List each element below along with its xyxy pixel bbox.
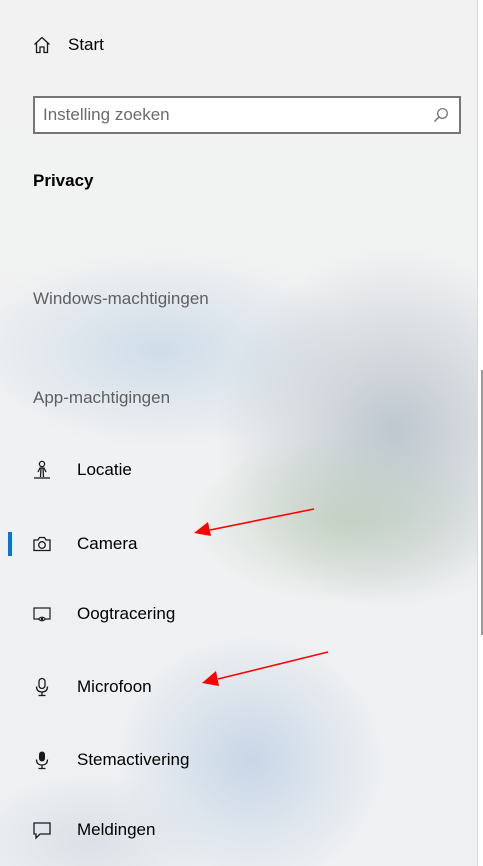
nav-item-microphone[interactable]: Microfoon: [0, 667, 300, 707]
nav-item-voice-activation[interactable]: Stemactivering: [0, 740, 300, 780]
search-icon[interactable]: [433, 107, 449, 123]
camera-icon: [32, 534, 52, 554]
voice-activation-icon: [32, 750, 52, 770]
section-title-privacy: Privacy: [33, 171, 94, 190]
nav-item-label: Camera: [77, 534, 138, 553]
home-label: Start: [68, 35, 104, 54]
settings-search-box[interactable]: [33, 96, 461, 134]
home-nav-item[interactable]: Start: [0, 28, 300, 62]
nav-item-label: Oogtracering: [77, 604, 176, 623]
nav-item-notifications[interactable]: Meldingen: [0, 810, 300, 850]
location-person-icon: [32, 460, 52, 480]
nav-item-label: Locatie: [77, 460, 132, 479]
eye-tracking-icon: [32, 604, 52, 624]
search-input[interactable]: [43, 104, 413, 126]
group-header-windows-permissions: Windows-machtigingen: [33, 289, 209, 308]
nav-item-camera[interactable]: Camera: [0, 524, 300, 564]
nav-item-label: Meldingen: [77, 820, 156, 839]
microphone-icon: [32, 677, 52, 697]
nav-item-label: Microfoon: [77, 677, 152, 696]
nav-item-eye-tracking[interactable]: Oogtracering: [0, 594, 300, 634]
nav-item-label: Stemactivering: [77, 750, 190, 769]
group-header-app-permissions: App-machtigingen: [33, 388, 171, 407]
notification-icon: [32, 820, 52, 840]
nav-item-location[interactable]: Locatie: [0, 450, 300, 490]
selection-indicator: [8, 532, 12, 556]
settings-navigation-pane: Start Privacy Windows-machtigingen App-m…: [0, 0, 483, 866]
home-icon: [33, 36, 51, 54]
